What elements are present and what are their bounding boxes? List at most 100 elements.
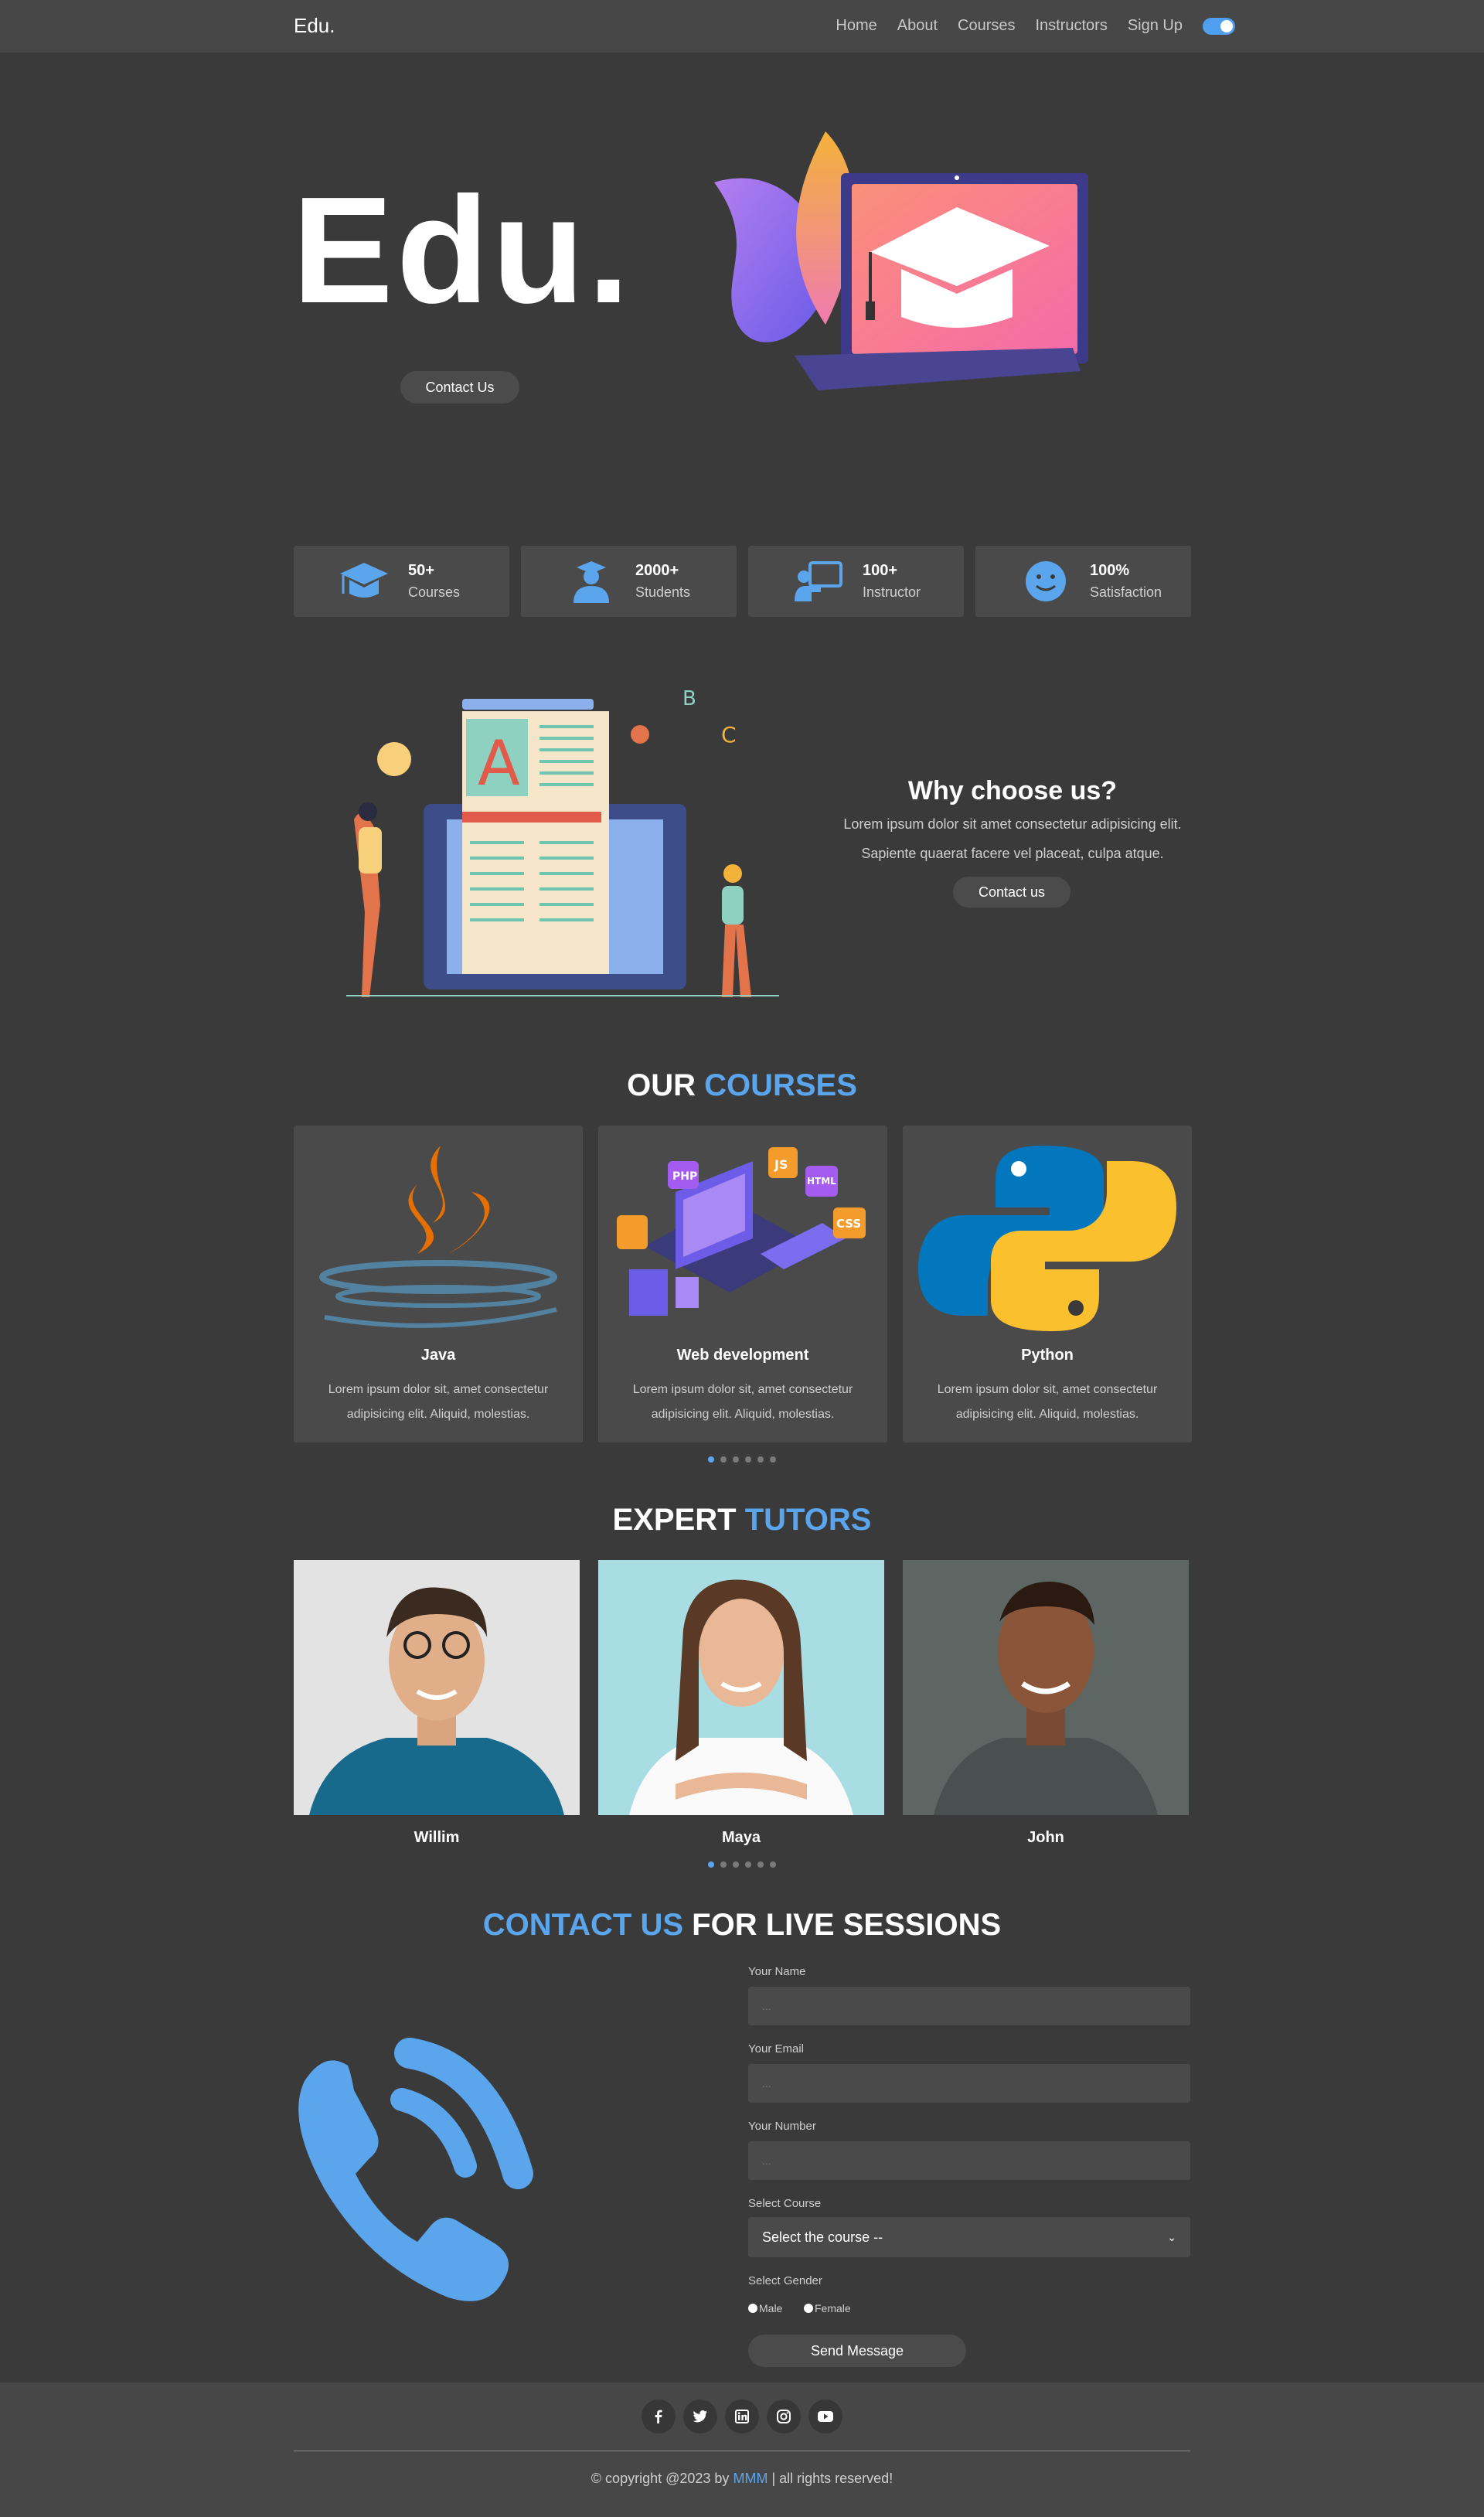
why-contact-button[interactable]: Contact us bbox=[953, 877, 1070, 908]
radio-label: Female bbox=[815, 2302, 851, 2314]
stat-instructor: 100+ Instructor bbox=[748, 546, 964, 617]
copyright-prefix: © copyright @2023 by bbox=[591, 2471, 730, 2486]
course-select-label: Select Course bbox=[748, 2197, 822, 2210]
carousel-dot[interactable] bbox=[720, 1861, 727, 1868]
youtube-icon[interactable] bbox=[808, 2399, 842, 2434]
contact-title-white: FOR LIVE SESSIONS bbox=[692, 1908, 1002, 1942]
student-icon bbox=[574, 561, 609, 603]
carousel-dot[interactable] bbox=[745, 1456, 751, 1463]
stat-value: 50+ bbox=[408, 562, 434, 579]
hero-contact-button[interactable]: Contact Us bbox=[400, 371, 519, 404]
tutors-carousel-dots bbox=[708, 1861, 776, 1868]
teacher-board-icon bbox=[795, 561, 842, 601]
svg-text:A: A bbox=[478, 727, 520, 799]
svg-text:HTML: HTML bbox=[807, 1176, 836, 1187]
course-name: Web development bbox=[676, 1347, 809, 1364]
radio-label: Male bbox=[759, 2302, 783, 2314]
stat-value: 100+ bbox=[863, 562, 898, 579]
courses-title: OUR COURSES bbox=[0, 1068, 1484, 1103]
why-text-2: Sapiente quaerat facere vel placeat, cul… bbox=[861, 846, 1164, 861]
stat-value: 2000+ bbox=[635, 562, 679, 579]
instagram-icon[interactable] bbox=[767, 2399, 801, 2434]
hero-title: Edu. bbox=[292, 165, 633, 335]
copyright-author-link[interactable]: MMM bbox=[733, 2471, 768, 2486]
tutors-title: EXPERT TUTORS bbox=[0, 1503, 1484, 1538]
theme-toggle[interactable] bbox=[1203, 17, 1235, 35]
stat-courses: 50+ Courses bbox=[294, 546, 509, 617]
email-label: Your Email bbox=[748, 2042, 804, 2055]
learning-illustration: A B C bbox=[346, 688, 779, 997]
copyright: © copyright @2023 by MMM | all rights re… bbox=[0, 2471, 1484, 2487]
course-card-web[interactable]: PHP JS HTML CSS Web development Lorem ip… bbox=[598, 1126, 887, 1442]
carousel-dot[interactable] bbox=[720, 1456, 727, 1463]
nav-brand[interactable]: Edu. bbox=[294, 14, 335, 38]
carousel-dot[interactable] bbox=[757, 1861, 764, 1868]
radio-button[interactable] bbox=[748, 2304, 757, 2313]
svg-text:PHP: PHP bbox=[672, 1170, 697, 1183]
carousel-dot[interactable] bbox=[745, 1861, 751, 1868]
carousel-dot[interactable] bbox=[708, 1456, 714, 1463]
course-name: Python bbox=[1021, 1347, 1074, 1364]
carousel-dot[interactable] bbox=[708, 1861, 714, 1868]
carousel-dot[interactable] bbox=[770, 1456, 776, 1463]
tutors-title-white: EXPERT bbox=[612, 1503, 737, 1537]
smile-icon bbox=[1026, 561, 1066, 601]
tutor-name: Maya bbox=[721, 1829, 761, 1846]
nav-link-signup[interactable]: Sign Up bbox=[1128, 17, 1183, 35]
number-label: Your Number bbox=[748, 2120, 816, 2133]
why-title: Why choose us? bbox=[907, 776, 1118, 806]
java-logo-icon bbox=[319, 1146, 557, 1328]
course-card-python[interactable]: Python Lorem ipsum dolor sit, amet conse… bbox=[903, 1126, 1192, 1442]
nav-link-about[interactable]: About bbox=[897, 17, 938, 35]
svg-text:B: B bbox=[682, 688, 696, 710]
stat-label: Courses bbox=[408, 584, 461, 600]
hero-laptop-illustration bbox=[714, 131, 1088, 390]
carousel-dot[interactable] bbox=[757, 1456, 764, 1463]
svg-text:CSS: CSS bbox=[836, 1217, 861, 1231]
course-desc: Lorem ipsum dolor sit, amet consectetur … bbox=[328, 1383, 549, 1421]
nav-link-instructors[interactable]: Instructors bbox=[1035, 17, 1107, 35]
course-desc: Lorem ipsum dolor sit, amet consectetur … bbox=[632, 1383, 853, 1421]
tutor-name: Willim bbox=[414, 1829, 460, 1846]
courses-title-blue: COURSES bbox=[704, 1068, 857, 1102]
nav-links: Home About Courses Instructors Sign Up bbox=[836, 17, 1235, 35]
twitter-icon[interactable] bbox=[683, 2399, 717, 2434]
tutor-photo-maya bbox=[598, 1560, 884, 1815]
email-input[interactable] bbox=[748, 2064, 1190, 2103]
name-label: Your Name bbox=[748, 1965, 806, 1978]
stat-students: 2000+ Students bbox=[521, 546, 737, 617]
tutor-photo-john bbox=[903, 1560, 1189, 1815]
name-input[interactable] bbox=[748, 1987, 1190, 2025]
carousel-dot[interactable] bbox=[733, 1456, 739, 1463]
radio-button[interactable] bbox=[804, 2304, 813, 2313]
gender-label: Select Gender bbox=[748, 2274, 822, 2287]
courses-title-white: OUR bbox=[627, 1068, 696, 1102]
linkedin-icon[interactable] bbox=[725, 2399, 759, 2434]
contact-title-blue: CONTACT US bbox=[482, 1908, 684, 1942]
gender-radio-male[interactable]: Male bbox=[748, 2302, 782, 2314]
graduation-cap-icon bbox=[340, 563, 388, 598]
courses-carousel-dots bbox=[708, 1456, 776, 1463]
carousel-dot[interactable] bbox=[770, 1861, 776, 1868]
svg-text:C: C bbox=[721, 722, 737, 748]
course-card-java[interactable]: Java Lorem ipsum dolor sit, amet consect… bbox=[294, 1126, 583, 1442]
stat-label: Students bbox=[635, 584, 691, 600]
nav-link-courses[interactable]: Courses bbox=[958, 17, 1015, 35]
nav-link-home[interactable]: Home bbox=[836, 17, 876, 35]
course-select[interactable]: Select the course -- ⌄ bbox=[748, 2217, 1190, 2257]
facebook-icon[interactable] bbox=[642, 2399, 676, 2434]
number-input[interactable] bbox=[748, 2141, 1190, 2180]
course-select-value: Select the course -- bbox=[762, 2229, 883, 2245]
carousel-dot[interactable] bbox=[733, 1861, 739, 1868]
send-message-button[interactable]: Send Message bbox=[748, 2335, 966, 2367]
stat-satisfaction: 100% Satisfaction bbox=[975, 546, 1191, 617]
gender-radio-female[interactable]: Female bbox=[804, 2302, 851, 2314]
stat-label: Satisfaction bbox=[1090, 584, 1162, 600]
stat-label: Instructor bbox=[863, 584, 921, 600]
python-logo-icon bbox=[918, 1146, 1176, 1331]
tutor-name: John bbox=[1027, 1829, 1064, 1846]
navbar: Edu. Home About Courses Instructors Sign… bbox=[0, 0, 1484, 53]
phone-icon bbox=[298, 2038, 533, 2301]
tutor-photo-willim bbox=[294, 1560, 580, 1815]
tutors-title-blue: TUTORS bbox=[744, 1503, 872, 1537]
